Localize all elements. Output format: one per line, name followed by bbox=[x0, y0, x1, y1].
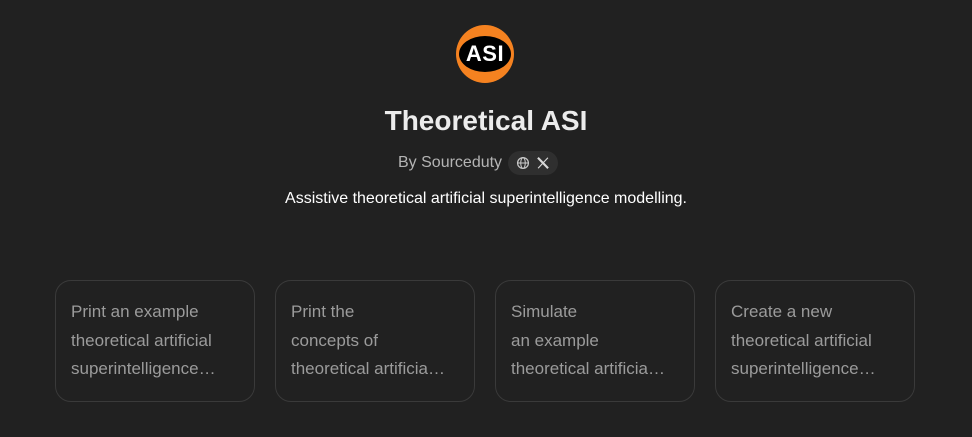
starter-text-line: theoretical artificia… bbox=[291, 359, 446, 378]
starter-text-line: an example bbox=[511, 330, 599, 350]
starter-text-line: theoretical artificia… bbox=[511, 359, 666, 378]
author-links bbox=[508, 151, 559, 175]
starter-text-line: Print the bbox=[291, 302, 355, 321]
starter-text-line: Create a new bbox=[731, 302, 833, 321]
globe-icon[interactable] bbox=[516, 156, 530, 170]
starter-text-line: Simulate bbox=[511, 302, 578, 321]
starter-card[interactable]: Simulate an example theoretical artifici… bbox=[495, 280, 695, 402]
starter-text-line: concepts of bbox=[291, 330, 378, 350]
starter-text-line: theoretical artificial bbox=[71, 330, 212, 350]
gpt-logo: ASI bbox=[456, 25, 514, 83]
logo-text: ASI bbox=[465, 41, 505, 66]
author-byline: By Sourceduty bbox=[398, 151, 559, 175]
x-logo-icon[interactable] bbox=[536, 156, 550, 170]
author-name: By Sourceduty bbox=[398, 154, 503, 171]
starter-card[interactable]: Print an example theoretical artificial … bbox=[55, 280, 255, 402]
starter-text-line: superintelligence… bbox=[71, 359, 216, 378]
gpt-title: Theoretical ASI bbox=[384, 105, 588, 136]
starter-text-line: theoretical artificial bbox=[731, 330, 872, 350]
starter-text-line: superintelligence… bbox=[731, 359, 876, 378]
gpt-description: Assistive theoretical artificial superin… bbox=[285, 190, 687, 207]
starter-text-line: Print an example bbox=[71, 302, 199, 321]
starter-card[interactable]: Print the concepts of theoretical artifi… bbox=[275, 280, 475, 402]
starter-card[interactable]: Create a new theoretical artificial supe… bbox=[715, 280, 915, 402]
conversation-starters: Print an example theoretical artificial … bbox=[55, 280, 915, 402]
gpt-profile-page: ASI Theoretical ASI By Sourceduty Assist… bbox=[0, 0, 972, 437]
